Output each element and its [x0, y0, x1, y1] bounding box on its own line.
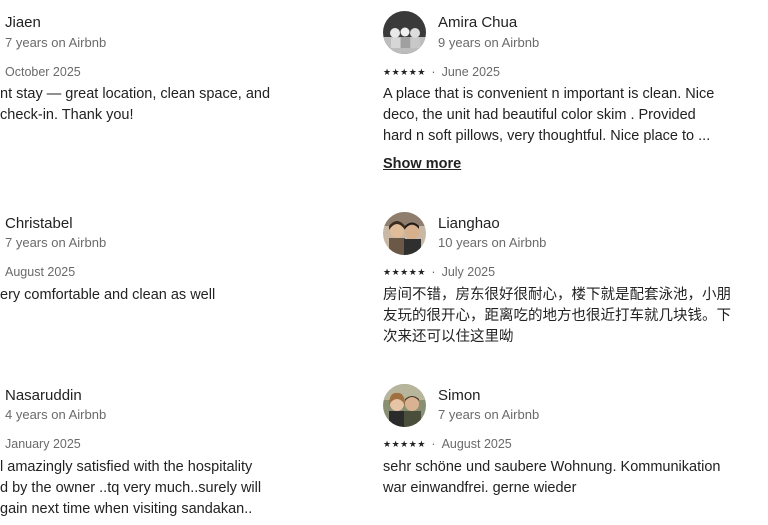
separator-dot: ·: [431, 265, 436, 279]
review-date: August 2025: [441, 437, 512, 451]
star-icon: ★: [383, 266, 392, 277]
reviewer-tenure: 10 years on Airbnb: [438, 235, 547, 250]
review-date: October 2025: [5, 65, 81, 79]
reviewer-name[interactable]: Jiaen: [5, 14, 41, 31]
review-text-line: 房间不错，房东很好很耐心，楼下就是配套泳池，小朋: [383, 287, 731, 303]
review-text-line: nt stay — great location, clean space, a…: [0, 86, 271, 102]
review-date: June 2025: [441, 65, 500, 79]
review-text-line: hard n soft pillows, very thoughtful. Ni…: [383, 128, 711, 144]
star-icon: ★: [417, 266, 426, 277]
show-more-button[interactable]: Show more: [383, 156, 461, 172]
review-text-line: 次来还可以住这里呦: [383, 329, 514, 345]
star-icon: ★: [417, 438, 426, 449]
separator-dot: ·: [431, 437, 436, 451]
star-icon: ★: [391, 66, 400, 77]
reviewer-name[interactable]: Simon: [438, 387, 481, 404]
review-rating-row: ★ ★ ★ ★ ★ · June 2025: [383, 65, 500, 79]
star-icon: ★: [408, 266, 417, 277]
review-text-line: check-in. Thank you!: [0, 107, 134, 123]
review-text-line: deco, the unit had beautiful color skim …: [383, 107, 696, 123]
star-icon: ★: [400, 66, 409, 77]
reviewer-tenure: 7 years on Airbnb: [438, 407, 540, 422]
star-icon: ★: [391, 438, 400, 449]
reviewer-name[interactable]: Christabel: [5, 215, 73, 232]
star-icon: ★: [400, 266, 409, 277]
review-rating-row: ★ ★ ★ ★ ★ · July 2025: [383, 265, 495, 279]
separator-dot: ·: [431, 65, 436, 79]
review-date: August 2025: [5, 265, 76, 279]
reviewer-tenure: 7 years on Airbnb: [5, 235, 107, 250]
reviewer-name[interactable]: Amira Chua: [438, 14, 517, 31]
review-text: sehr schöne und saubere Wohnung. Kommuni…: [383, 457, 720, 499]
review-text: 房间不错，房东很好很耐心，楼下就是配套泳池，小朋 友玩的很开心，距离吃的地方也很…: [383, 285, 731, 348]
avatar-photo: [383, 384, 426, 427]
review-text: l amazingly satisfied with the hospitali…: [0, 457, 261, 520]
rating-stars: ★ ★ ★ ★ ★: [383, 267, 425, 278]
reviewer-name[interactable]: Nasaruddin: [5, 387, 82, 404]
review-text-line: l amazingly satisfied with the hospitali…: [0, 459, 253, 475]
review-date: January 2025: [5, 437, 81, 451]
review-text-line: A place that is convenient n important i…: [383, 86, 715, 102]
review-text-line: d by the owner ..tq very much..surely wi…: [0, 480, 262, 496]
star-icon: ★: [391, 266, 400, 277]
star-icon: ★: [408, 438, 417, 449]
reviewer-tenure: 7 years on Airbnb: [5, 35, 107, 50]
star-icon: ★: [408, 66, 417, 77]
avatar-photo: [383, 212, 426, 255]
review-text-line: war einwandfrei. gerne wieder: [383, 480, 577, 496]
review-text-line: 友玩的很开心，距离吃的地方也很近打车就几块钱。下: [383, 308, 731, 324]
review-text: ery comfortable and clean as well: [0, 285, 215, 306]
review-text-line: gain next time when visiting sandakan..: [0, 501, 253, 517]
rating-stars: ★ ★ ★ ★ ★: [383, 67, 425, 78]
star-icon: ★: [383, 438, 392, 449]
reviewer-name[interactable]: Lianghao: [438, 215, 500, 232]
rating-stars: ★ ★ ★ ★ ★: [383, 439, 425, 450]
reviewer-tenure: 4 years on Airbnb: [5, 407, 107, 422]
review-text-line: ery comfortable and clean as well: [0, 287, 216, 303]
review-date: July 2025: [441, 265, 496, 279]
reviewer-tenure: 9 years on Airbnb: [438, 35, 540, 50]
star-icon: ★: [383, 66, 392, 77]
review-text-line: sehr schöne und saubere Wohnung. Kommuni…: [383, 459, 721, 475]
review-rating-row: ★ ★ ★ ★ ★ · August 2025: [383, 437, 512, 451]
star-icon: ★: [400, 438, 409, 449]
avatar-photo: [383, 11, 426, 54]
avatar[interactable]: [383, 384, 426, 427]
review-text: nt stay — great location, clean space, a…: [0, 84, 270, 126]
star-icon: ★: [417, 66, 426, 77]
avatar[interactable]: [383, 11, 426, 54]
avatar[interactable]: [383, 212, 426, 255]
review-text: A place that is convenient n important i…: [383, 84, 714, 147]
